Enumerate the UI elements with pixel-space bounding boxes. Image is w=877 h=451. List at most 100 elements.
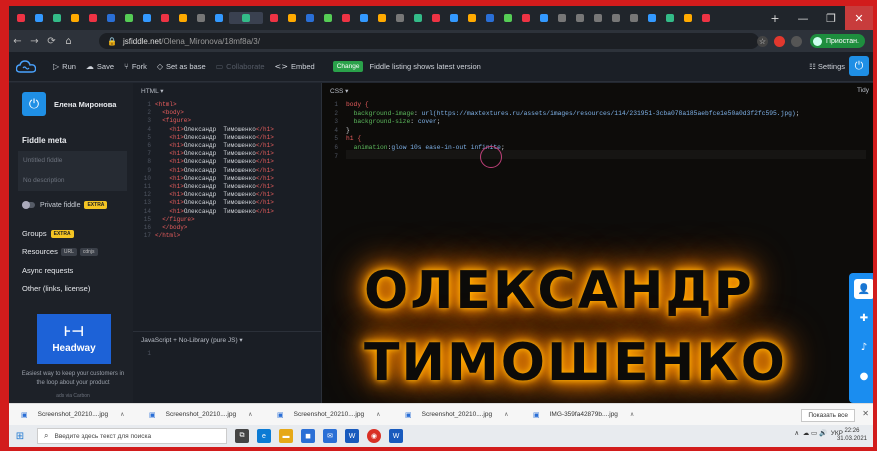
extension-icon[interactable] [773, 35, 785, 47]
code-line[interactable]: <h1>Олександр Тимошенко</h1> [155, 175, 273, 183]
browser-tab[interactable] [49, 12, 64, 24]
user-profile[interactable]: ⏻ Елена Миронова [22, 92, 116, 116]
close-window-button[interactable]: ✕ [845, 6, 873, 30]
code-line[interactable]: <h1>Олександр Тимошенко</h1> [155, 208, 273, 216]
browser-tab[interactable] [157, 12, 172, 24]
js-editor-pane[interactable]: JavaScript + No-Library (pure JS) ▾ 1 [133, 331, 321, 403]
browser-tab[interactable] [572, 12, 587, 24]
browser-tab[interactable] [446, 12, 461, 24]
ad-credit[interactable]: ads via Carbon [17, 393, 129, 399]
browser-tab[interactable] [680, 12, 695, 24]
reload-icon[interactable]: ⟳ [43, 36, 60, 47]
word-icon[interactable]: W [345, 429, 359, 443]
code-line[interactable] [346, 153, 799, 162]
browser-tab[interactable] [211, 12, 226, 24]
browser-tab[interactable] [85, 12, 100, 24]
new-tab-button[interactable]: + [761, 6, 789, 30]
run-button[interactable]: ▷ Run [53, 62, 76, 71]
html-editor-pane[interactable]: HTML ▾ 1 2 3 4 5 6 7 8 9 10 11 12 13 14 15 16 17 <html> … [133, 83, 322, 403]
person-icon[interactable]: 👤 [854, 279, 873, 299]
add-user-icon[interactable]: ✚ [854, 308, 873, 328]
user-power-icon[interactable]: ⏻ [849, 56, 869, 76]
code-line[interactable]: animation:glow 10s ease-in-out infinite; [346, 144, 799, 153]
minimize-button[interactable]: — [789, 6, 817, 30]
code-line[interactable]: <figure> [155, 117, 274, 125]
close-icon[interactable]: ✕ [862, 409, 869, 418]
browser-tab[interactable] [698, 12, 713, 24]
carbon-ad[interactable]: ⊦⊣ Headway [37, 314, 111, 364]
sidebar-item-resources[interactable]: Resources URL cdnjs [22, 247, 98, 256]
code-line[interactable]: <h1>Олександр Тимошенко</h1> [155, 191, 273, 199]
save-button[interactable]: ☁ Save [86, 62, 114, 71]
code-line[interactable]: background-size: cover; [346, 118, 799, 127]
chevron-up-icon[interactable]: ∧ [120, 411, 124, 418]
network-icon[interactable]: ☁ [803, 429, 810, 437]
fork-button[interactable]: ⑂ Fork [124, 62, 147, 71]
code-line[interactable]: <h1>Олександр Тимошенко</h1> [155, 142, 273, 150]
browser-tab[interactable] [13, 12, 28, 24]
download-item[interactable]: ▣ IMG-359fa42879b....jpg ∧ [521, 411, 649, 419]
code-line[interactable]: <h1>Олександр Тимошенко</h1> [155, 183, 273, 191]
browser-tab[interactable] [284, 12, 299, 24]
file-explorer-icon[interactable]: ▬ [279, 429, 293, 443]
code-line[interactable]: <body> [155, 109, 274, 117]
browser-tab[interactable] [374, 12, 389, 24]
volume-icon[interactable]: 🔊 [819, 429, 827, 437]
microphone-icon[interactable]: ♪ [854, 337, 873, 357]
code-line[interactable]: </html> [155, 232, 274, 240]
changelog-badge[interactable]: Change [332, 61, 364, 72]
code-line[interactable]: background-image: url(https://maxtexture… [346, 110, 800, 119]
browser-tab[interactable] [320, 12, 335, 24]
browser-tab[interactable] [518, 12, 533, 24]
code-line[interactable]: </body> [155, 224, 274, 232]
browser-tab[interactable] [103, 12, 118, 24]
show-all-downloads-button[interactable]: Показать все [801, 409, 855, 422]
download-item[interactable]: ▣ Screenshot_20210....jpg ∧ [9, 411, 137, 419]
browser-tab[interactable] [590, 12, 605, 24]
tidy-button[interactable]: Tidy [857, 87, 869, 94]
browser-tab[interactable] [644, 12, 659, 24]
download-item[interactable]: ▣ Screenshot_20210....jpg ∧ [137, 411, 265, 419]
browser-tab[interactable] [626, 12, 641, 24]
browser-tab[interactable] [428, 12, 443, 24]
browser-tab[interactable] [193, 12, 208, 24]
settings-button[interactable]: ☷ Settings [809, 62, 845, 71]
css-pane-label[interactable]: CSS ▾ [330, 87, 348, 95]
url-input[interactable]: 🔒 jsfiddle.net/Olena_Mironova/18mf8a/3/ [99, 33, 759, 49]
fiddle-title-input[interactable]: Untitled fiddle [18, 151, 127, 171]
embed-button[interactable]: <> Embed [275, 62, 315, 71]
code-line[interactable]: h1 { [346, 135, 799, 144]
mail-icon[interactable]: ✉ [323, 429, 337, 443]
browser-tab[interactable] [121, 12, 136, 24]
js-pane-label[interactable]: JavaScript + No-Library (pure JS) ▾ [141, 336, 243, 344]
css-editor-pane[interactable]: CSS ▾ Tidy 1234567 body { background-ima… [322, 83, 873, 403]
browser-tab[interactable] [482, 12, 497, 24]
restore-button[interactable]: ❐ [817, 6, 845, 30]
browser-tab[interactable] [67, 12, 82, 24]
edge-icon[interactable]: e [257, 429, 271, 443]
chevron-up-icon[interactable]: ∧ [248, 411, 252, 418]
sidebar-item-other[interactable]: Other (links, license) [22, 284, 90, 293]
browser-tab[interactable] [175, 12, 190, 24]
browser-tab[interactable] [500, 12, 515, 24]
browser-tab[interactable] [139, 12, 154, 24]
code-line[interactable]: <html> [155, 101, 274, 109]
sidebar-item-async-requests[interactable]: Async requests [22, 266, 73, 275]
browser-tab[interactable] [464, 12, 479, 24]
profile-button[interactable]: Приостан. [809, 34, 865, 48]
home-icon[interactable]: ⌂ [60, 36, 77, 47]
css-code[interactable]: body { background-image: url(https://max… [346, 101, 799, 161]
code-line[interactable]: } [346, 127, 799, 136]
fiddle-description-input[interactable]: No description [18, 171, 127, 191]
word-icon-2[interactable]: W [389, 429, 403, 443]
store-icon[interactable]: ◼ [301, 429, 315, 443]
browser-tab[interactable] [266, 12, 281, 24]
download-item[interactable]: ▣ Screenshot_20210....jpg ∧ [393, 411, 521, 419]
ad-text[interactable]: Easiest way to keep your customers in th… [17, 370, 129, 388]
code-line[interactable]: </figure> [155, 216, 274, 224]
bookmark-star-icon[interactable]: ☆ [756, 35, 768, 47]
taskbar-search-input[interactable]: ⌕ Введите здесь текст для поиска [37, 428, 227, 444]
code-line[interactable]: body { [346, 101, 799, 110]
clock[interactable]: 22:26 31.03.2021 [837, 427, 867, 443]
html-code[interactable]: <html> <body> <figure> <h1>Олександр Тим… [155, 101, 274, 240]
